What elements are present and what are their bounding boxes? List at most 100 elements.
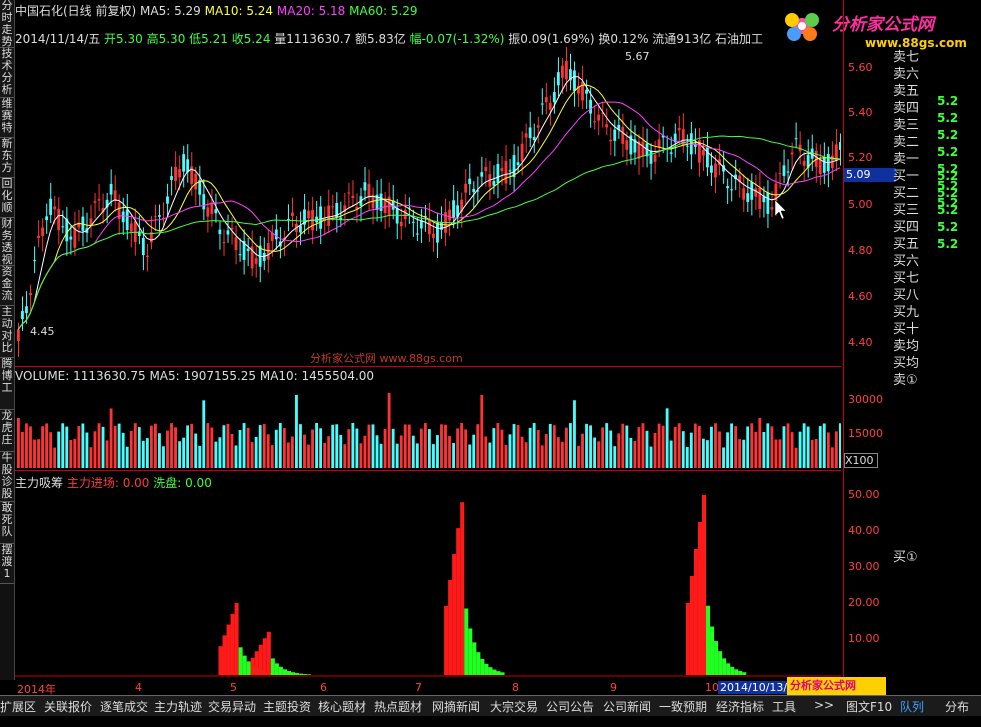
bottom-tab-11[interactable]: 公司新闻 xyxy=(603,698,651,715)
volume-bar xyxy=(258,425,262,468)
volume-bar xyxy=(573,400,576,468)
washout-bar xyxy=(242,655,247,675)
bottom-tab-13[interactable]: 经济指标 xyxy=(716,698,764,715)
volume-bar xyxy=(85,432,89,468)
sell-level-label: 卖七 xyxy=(893,50,920,65)
washout-bar xyxy=(714,641,719,675)
volume-bar xyxy=(194,433,198,468)
candle-body xyxy=(685,145,689,147)
bottom-tab-1[interactable]: 关联报价 xyxy=(44,698,92,715)
volume-bar xyxy=(427,429,431,468)
date-tick: 7 xyxy=(415,681,422,694)
volume-bar xyxy=(750,423,754,468)
volume-bar xyxy=(597,441,601,468)
bottom-tab-9[interactable]: 大宗交易 xyxy=(490,698,538,715)
volume-bar xyxy=(581,433,584,468)
sell-level-price: 5.2 xyxy=(937,111,959,125)
candle-body xyxy=(97,199,101,201)
bottom-tab-bar: 扩展区 关联报价 逐笔成交 主力轨迹 交易异动 主题投资 核心题材 热点题材 网摘新闻 大宗交易公… xyxy=(0,695,981,716)
volume-bar xyxy=(714,423,717,468)
bottom-tab-6[interactable]: 核心题材 xyxy=(318,698,366,715)
volume-bar xyxy=(367,424,371,468)
candle-body xyxy=(492,181,496,186)
candle-body xyxy=(822,157,826,173)
volume-bar xyxy=(101,426,105,468)
candle-body xyxy=(49,198,53,215)
volume-bar xyxy=(210,427,214,468)
volume-bar xyxy=(488,442,492,468)
volume-bar xyxy=(299,424,302,468)
left-tab-3[interactable]: 新东方 xyxy=(0,138,14,178)
volume-bar xyxy=(415,443,419,468)
volume-bar xyxy=(407,424,411,468)
date-tick: 8 xyxy=(512,681,519,694)
volume-bar xyxy=(633,440,637,468)
volume-bar xyxy=(359,443,363,468)
buy-level-price: 5.2 xyxy=(937,203,959,217)
left-tab-9[interactable]: 龙虎庄 xyxy=(0,410,14,452)
volume-bar xyxy=(605,423,609,468)
candle-body xyxy=(186,159,190,173)
volume-bar xyxy=(697,425,701,468)
volume-bar xyxy=(798,431,802,468)
volume-header: VOLUME: 1113630.75 MA5: 1907155.25 MA10:… xyxy=(15,369,375,383)
bottom-tab-4[interactable]: 交易异动 xyxy=(208,698,256,715)
candle-body xyxy=(367,183,371,198)
washout-bar xyxy=(492,669,497,675)
candle-body xyxy=(238,254,242,256)
left-tab-12[interactable]: 摆渡1 xyxy=(0,544,14,584)
left-tab-7[interactable]: 主动对比 xyxy=(0,306,14,358)
inflow-bar xyxy=(685,603,690,675)
left-tab-0[interactable]: 分时走势 xyxy=(0,0,14,48)
candle-body xyxy=(403,209,407,220)
left-tab-8[interactable]: 腾博工 xyxy=(0,358,14,410)
bottom-tab-3[interactable]: 主力轨迹 xyxy=(154,698,202,715)
washout-bar xyxy=(500,672,505,675)
volume-bar xyxy=(33,439,36,468)
volume-bar xyxy=(818,426,822,468)
volume-bar xyxy=(375,435,379,468)
left-tab-10[interactable]: 牛股诊股 xyxy=(0,452,14,502)
kline-chart[interactable] xyxy=(15,0,841,680)
candle-body xyxy=(573,70,576,91)
candle-body xyxy=(351,195,355,199)
volume-bar xyxy=(399,435,403,468)
left-tab-2[interactable]: 维赛特 xyxy=(0,98,14,138)
left-tab-6[interactable]: 资金流 xyxy=(0,266,14,306)
volume-bar xyxy=(758,417,762,468)
bottom-tab-10[interactable]: 公司公告 xyxy=(546,698,594,715)
bottom-tab-17[interactable]: 队列 xyxy=(900,698,924,715)
inflow-bar xyxy=(250,657,255,675)
volume-bar xyxy=(722,447,725,468)
candle-body xyxy=(794,138,798,140)
volume-bar xyxy=(121,432,125,468)
bottom-tab-12[interactable]: 一致预期 xyxy=(659,698,707,715)
volume-bar xyxy=(778,439,782,468)
candle-body xyxy=(61,226,65,228)
left-tab-1[interactable]: 技术分析 xyxy=(0,48,14,98)
left-tab-5[interactable]: 财务透视 xyxy=(0,218,14,266)
bottom-tab-18[interactable]: 分布 xyxy=(945,698,969,715)
candle-body xyxy=(710,165,713,173)
candle-body xyxy=(158,215,161,217)
left-tab-11[interactable]: 敢死队 xyxy=(0,502,14,544)
bottom-tab-14[interactable]: 工具 xyxy=(772,698,796,715)
bottom-tab-7[interactable]: 热点题材 xyxy=(374,698,422,715)
volume-bar xyxy=(262,424,266,468)
bottom-tab-2[interactable]: 逐笔成交 xyxy=(100,698,148,715)
volume-bar xyxy=(589,425,592,468)
buy-level-price: 5.2 xyxy=(937,237,959,251)
candle-body xyxy=(746,193,750,202)
candle-body xyxy=(818,159,822,174)
candle-body xyxy=(53,206,57,210)
bottom-tab-8[interactable]: 网摘新闻 xyxy=(432,698,480,715)
bottom-tab-16[interactable]: 图文F10 xyxy=(846,698,892,715)
inflow-bar xyxy=(254,651,259,675)
bottom-tab-15[interactable]: >> xyxy=(814,698,834,712)
trough-price-label: 4.45 xyxy=(30,325,55,338)
candle-body xyxy=(548,102,552,110)
date-tick: 5 xyxy=(230,681,237,694)
left-tab-4[interactable]: 回化顺 xyxy=(0,178,14,218)
bottom-tab-0[interactable]: 扩展区 xyxy=(0,698,36,715)
bottom-tab-5[interactable]: 主题投资 xyxy=(263,698,311,715)
